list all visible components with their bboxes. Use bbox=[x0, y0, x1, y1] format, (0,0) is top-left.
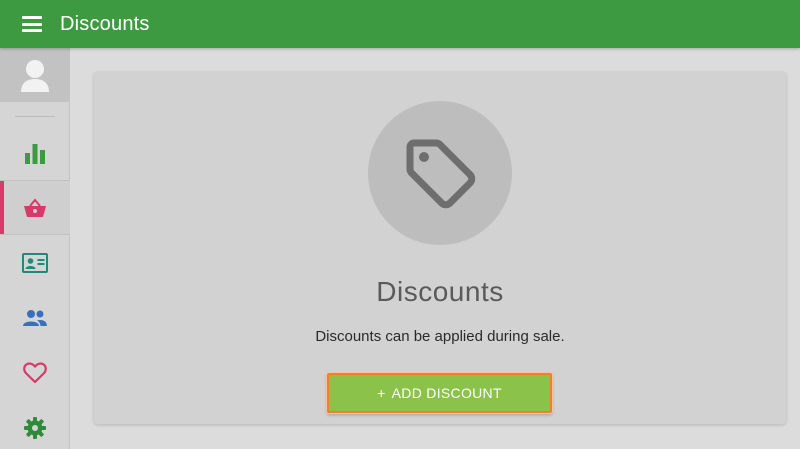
hamburger-menu-icon[interactable] bbox=[22, 16, 42, 32]
bar-chart-icon bbox=[25, 143, 45, 164]
tag-icon-circle bbox=[368, 101, 512, 245]
heart-icon bbox=[23, 361, 47, 383]
top-app-bar: Discounts bbox=[0, 0, 800, 48]
id-card-icon bbox=[22, 252, 48, 273]
empty-state-card: Discounts Discounts can be applied durin… bbox=[94, 72, 786, 424]
sidebar-item-users[interactable] bbox=[0, 290, 70, 345]
sidebar-item-reports[interactable] bbox=[0, 125, 70, 180]
user-avatar-icon bbox=[21, 60, 49, 92]
add-discount-button[interactable]: + ADD DISCOUNT bbox=[327, 373, 552, 413]
empty-state-description: Discounts can be applied during sale. bbox=[315, 328, 565, 345]
sidebar-item-favorites[interactable] bbox=[0, 345, 70, 400]
sidebar-item-sales[interactable] bbox=[0, 180, 70, 235]
empty-state-title: Discounts bbox=[376, 276, 504, 307]
add-discount-label: ADD DISCOUNT bbox=[391, 385, 502, 401]
sidebar-item-settings[interactable] bbox=[0, 400, 70, 449]
plus-icon: + bbox=[377, 385, 386, 401]
basket-icon bbox=[24, 197, 46, 217]
people-icon bbox=[23, 309, 47, 326]
page-title: Discounts bbox=[60, 12, 150, 35]
gear-icon bbox=[24, 416, 46, 439]
avatar[interactable] bbox=[0, 48, 70, 102]
sidebar-item-customers[interactable] bbox=[0, 235, 70, 290]
tag-icon bbox=[406, 139, 476, 209]
sidebar-divider bbox=[14, 116, 55, 117]
sidebar bbox=[0, 48, 70, 449]
